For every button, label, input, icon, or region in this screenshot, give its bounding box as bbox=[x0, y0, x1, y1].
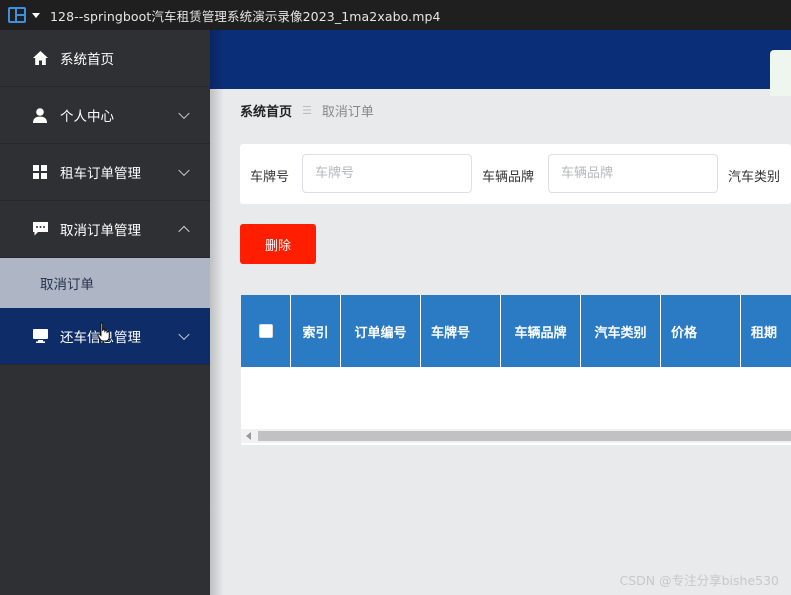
window-title: 128--springboot汽车租赁管理系统演示录像2023_1ma2xabo… bbox=[50, 8, 441, 24]
breadcrumb-separator-icon: ☰ bbox=[302, 104, 312, 117]
search-panel: 车牌号 车辆品牌 汽车类别 bbox=[240, 144, 791, 204]
sidebar-item-label: 租车订单管理 bbox=[60, 166, 141, 182]
car-category-label: 汽车类别 bbox=[728, 170, 781, 185]
header-panel bbox=[770, 50, 791, 96]
plate-number-label: 车牌号 bbox=[250, 170, 290, 185]
user-icon bbox=[32, 107, 48, 123]
message-icon bbox=[32, 221, 48, 237]
breadcrumb-current: 取消订单 bbox=[321, 105, 374, 120]
sidebar-subitem-cancel-order[interactable]: 取消订单 bbox=[0, 258, 210, 308]
scroll-left-icon[interactable] bbox=[246, 432, 251, 440]
column-header-plate-number[interactable]: 车牌号 bbox=[421, 295, 501, 367]
column-header-car-category[interactable]: 汽车类别 bbox=[581, 295, 661, 367]
column-header-price[interactable]: 价格 bbox=[661, 295, 741, 367]
column-header-vehicle-brand[interactable]: 车辆品牌 bbox=[501, 295, 581, 367]
home-icon bbox=[32, 50, 48, 66]
monitor-icon bbox=[32, 328, 48, 344]
sidebar-item-label: 个人中心 bbox=[60, 109, 114, 125]
vehicle-brand-input[interactable] bbox=[548, 154, 718, 193]
sidebar-item-label: 系统首页 bbox=[60, 52, 114, 68]
caret-down-icon[interactable] bbox=[32, 12, 40, 18]
sidebar-item-home[interactable]: 系统首页 bbox=[0, 30, 210, 87]
vehicle-brand-label: 车辆品牌 bbox=[482, 170, 535, 185]
column-header-index[interactable]: 索引 bbox=[291, 295, 341, 367]
orders-table: 索引 订单编号 车牌号 车辆品牌 汽车类别 价格 租期 bbox=[241, 295, 791, 445]
chevron-down-icon bbox=[178, 164, 190, 177]
top-header bbox=[210, 30, 791, 96]
horizontal-scrollbar[interactable] bbox=[241, 429, 791, 443]
chevron-down-icon bbox=[178, 328, 190, 341]
table-body bbox=[241, 367, 791, 429]
scrollbar-thumb[interactable] bbox=[258, 431, 791, 441]
select-all-cell bbox=[241, 295, 291, 367]
column-header-order-number[interactable]: 订单编号 bbox=[341, 295, 421, 367]
plate-number-input[interactable] bbox=[302, 154, 472, 193]
watermark: CSDN @专注分享bishe530 bbox=[619, 573, 779, 588]
table-header: 索引 订单编号 车牌号 车辆品牌 汽车类别 价格 租期 bbox=[241, 295, 791, 367]
sidebar-item-rental-orders[interactable]: 租车订单管理 bbox=[0, 144, 210, 201]
app-icon[interactable] bbox=[8, 7, 26, 23]
grid-icon bbox=[32, 164, 48, 180]
breadcrumb: 系统首页 ☰ 取消订单 bbox=[240, 101, 374, 120]
sidebar-shadow bbox=[210, 30, 224, 595]
sidebar-subitem-label: 取消订单 bbox=[40, 277, 94, 293]
select-all-checkbox[interactable] bbox=[258, 324, 273, 338]
sidebar-item-cancel-orders[interactable]: 取消订单管理 bbox=[0, 201, 210, 258]
sidebar: 系统首页 个人中心 租车订单管理 取消订单管理 取消订单 还车信息管理 bbox=[0, 30, 210, 595]
sidebar-item-personal-center[interactable]: 个人中心 bbox=[0, 87, 210, 144]
delete-button[interactable]: 删除 bbox=[240, 224, 316, 264]
chevron-down-icon bbox=[178, 107, 190, 120]
sidebar-item-label: 取消订单管理 bbox=[60, 223, 141, 239]
column-header-rental-period[interactable]: 租期 bbox=[741, 295, 791, 367]
chevron-up-icon bbox=[178, 225, 190, 238]
window-title-bar: 128--springboot汽车租赁管理系统演示录像2023_1ma2xabo… bbox=[0, 0, 791, 30]
breadcrumb-home[interactable]: 系统首页 bbox=[240, 101, 292, 120]
mouse-cursor-icon bbox=[97, 322, 110, 342]
